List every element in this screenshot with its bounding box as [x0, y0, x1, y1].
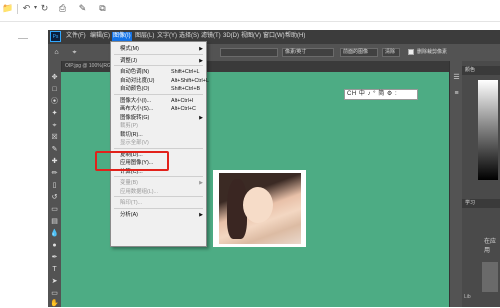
- menu-item-label: 分析(A): [120, 211, 138, 218]
- menu-view[interactable]: 视图(V): [240, 32, 262, 41]
- photoshop-logo-icon: Ps: [50, 31, 61, 42]
- menu-image[interactable]: 图像(I): [112, 32, 132, 41]
- highlight-box: [95, 151, 169, 171]
- gradient-icon[interactable]: ▤: [50, 217, 59, 226]
- menu-item-shortcut: Shift+Ctrl+B: [171, 86, 201, 92]
- resolution-unit-select[interactable]: 像素/英寸: [282, 48, 334, 57]
- image-menu-item[interactable]: 模式(M) ▶: [111, 44, 206, 54]
- ime-toolbar[interactable]: CH 中 ♪ ° 简 ⚙ :: [344, 89, 418, 100]
- history-brush-icon[interactable]: ↺: [50, 193, 59, 202]
- menu-help[interactable]: 帮助(H): [284, 32, 306, 41]
- lasso-tool-icon[interactable]: ⦿: [50, 97, 59, 106]
- menu-separator: [114, 196, 203, 197]
- marquee-tool-icon[interactable]: □: [50, 85, 59, 94]
- top-toolbar: 📁 ↶ ▾ ↻ ⎙ ✎ ⧉: [0, 0, 500, 22]
- properties-panel-icon[interactable]: ≡: [452, 89, 461, 98]
- menu-separator: [114, 176, 203, 177]
- shape-tool-icon[interactable]: ▭: [50, 289, 59, 298]
- learn-thumbnail[interactable]: [482, 262, 498, 292]
- menu-item-label: 自动颜色(O): [120, 86, 150, 92]
- portrait-face: [243, 187, 273, 223]
- menu-separator: [114, 65, 203, 66]
- dodge-icon[interactable]: ●: [50, 241, 59, 250]
- image-menu-item[interactable]: 分析(A) ▶: [111, 210, 206, 220]
- eraser-icon[interactable]: ▭: [50, 205, 59, 214]
- color-panel-tab[interactable]: 颜色: [462, 66, 500, 75]
- learn-panel-text: 在应用: [484, 239, 497, 254]
- menu-layer[interactable]: 图层(L): [134, 32, 155, 41]
- blur-icon[interactable]: 💧: [50, 229, 59, 238]
- eyedropper-icon[interactable]: ✎: [50, 145, 59, 154]
- print-preview-icon[interactable]: ⎙: [57, 3, 68, 14]
- folder-icon[interactable]: 📁: [2, 3, 13, 14]
- image-menu-item[interactable]: 自动颜色(O) Shift+Ctrl+B: [111, 84, 206, 94]
- menu-separator: [114, 93, 203, 95]
- frame-tool-icon[interactable]: ☒: [50, 133, 59, 142]
- menu-item-label: 应用数据组(L)...: [120, 188, 159, 195]
- menu-type[interactable]: 文字(Y): [156, 32, 178, 41]
- menu-filter[interactable]: 滤镜(T): [200, 32, 222, 41]
- submenu-arrow-icon: ▶: [199, 211, 203, 218]
- redo-icon[interactable]: ↻: [39, 3, 50, 14]
- menu-file[interactable]: 文件(F): [65, 32, 87, 41]
- portrait-image: [219, 173, 301, 244]
- front-image-button[interactable]: 前面的图像: [340, 48, 378, 57]
- menu-select[interactable]: 选择(S): [178, 32, 200, 41]
- menu-3d[interactable]: 3D(D): [222, 32, 240, 41]
- libraries-tab[interactable]: Lib: [464, 294, 471, 300]
- magic-wand-icon[interactable]: ✦: [50, 109, 59, 118]
- menu-item-label: 调整(J): [120, 57, 138, 64]
- type-tool-icon[interactable]: T: [50, 265, 59, 274]
- tools-panel: ✥ □ ⦿ ✦ ⌖ ☒ ✎ ✚ ✏ ▯ ↺ ▭ ▤ 💧 ● ✒ T ➤ ▭ ✋: [48, 61, 62, 307]
- size-field[interactable]: [220, 48, 278, 57]
- brush-icon[interactable]: ✏: [50, 169, 59, 178]
- image-menu-item: 陷印(T)...: [111, 198, 206, 208]
- delete-cropped-label: 删除裁剪像素: [417, 49, 448, 55]
- learn-panel-tab[interactable]: 学习: [462, 199, 500, 208]
- submenu-arrow-icon: ▶: [199, 46, 203, 52]
- crop-tool-icon[interactable]: ⌖: [70, 48, 79, 57]
- menu-separator: [114, 207, 203, 209]
- page-margin-mark: [18, 38, 28, 39]
- toolbar-divider: [17, 4, 18, 14]
- color-picker-field[interactable]: [478, 80, 498, 180]
- image-menu-dropdown: 模式(M) ▶ 调整(J) ▶ 自动色调(N) Shift+Ctrl+L 自动对比度(U) A…: [110, 41, 209, 247]
- menu-item-label: 陷印(T)...: [120, 200, 143, 206]
- crop-icon[interactable]: ⌖: [50, 121, 59, 130]
- copy-icon[interactable]: ⧉: [97, 3, 108, 14]
- pen-icon[interactable]: ✒: [50, 253, 59, 262]
- delete-cropped-checkbox[interactable]: [408, 49, 414, 55]
- image-menu-item: 显示全部(V): [111, 138, 206, 148]
- clear-button[interactable]: 清除: [382, 48, 400, 57]
- document-photo: [213, 170, 306, 247]
- submenu-arrow-icon: ▶: [199, 57, 203, 64]
- history-panel-icon[interactable]: ☰: [452, 73, 461, 82]
- clone-stamp-icon[interactable]: ▯: [50, 181, 59, 190]
- home-icon[interactable]: ⌂: [52, 48, 61, 57]
- move-tool-icon[interactable]: ✥: [50, 73, 59, 82]
- menu-separator: [114, 53, 203, 55]
- menu-window[interactable]: 窗口(W): [262, 32, 286, 41]
- menu-edit[interactable]: 编辑(E): [89, 32, 111, 41]
- menu-item-label: 模式(M): [120, 46, 139, 52]
- path-select-icon[interactable]: ➤: [50, 277, 59, 286]
- healing-brush-icon[interactable]: ✚: [50, 157, 59, 166]
- collapsed-panel-strip: ☰ ≡: [449, 61, 463, 307]
- format-painter-icon[interactable]: ✎: [77, 3, 88, 14]
- menu-item-label: 显示全部(V): [120, 140, 149, 146]
- image-menu-item: 应用数据组(L)...: [111, 187, 206, 197]
- image-menu-item[interactable]: 调整(J) ▶: [111, 56, 206, 66]
- menu-separator: [114, 147, 203, 149]
